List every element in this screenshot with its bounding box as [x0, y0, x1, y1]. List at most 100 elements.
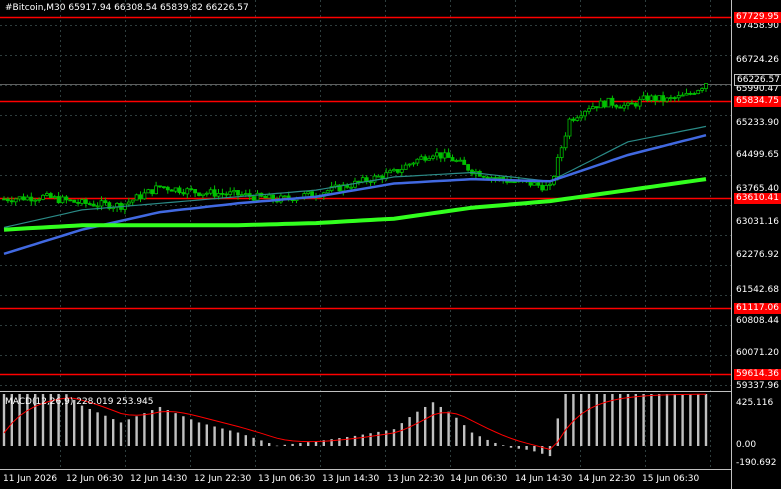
candle-body [99, 200, 104, 207]
price-axis-label: 65233.90 [736, 118, 779, 128]
candle-body [103, 200, 108, 204]
time-axis-label: 12 Jun 22:30 [194, 474, 252, 484]
macd-bar [595, 394, 598, 446]
candle-body [232, 190, 237, 193]
candle-body [72, 199, 77, 203]
macd-bar [229, 430, 232, 446]
candle-body [626, 102, 630, 106]
candle-body [395, 169, 400, 173]
macd-bar [704, 394, 708, 446]
macd-bar [502, 445, 505, 446]
candle-body [661, 95, 665, 102]
macd-bar [299, 443, 302, 446]
candle-body [138, 194, 143, 200]
time-axis-label: 11 Jun 2026 [3, 474, 58, 484]
candle-body [52, 196, 57, 199]
candle-body [438, 152, 443, 159]
candle-body [212, 189, 217, 197]
price-axis-label: 62276.92 [736, 250, 779, 260]
candle-body [84, 199, 88, 204]
candle-body [2, 198, 6, 201]
candle-body [306, 191, 311, 194]
candle-body [161, 186, 166, 189]
price-chart[interactable] [0, 0, 781, 489]
candle-body [548, 183, 552, 186]
candle-body [220, 193, 225, 195]
macd-axis-label: -190.692 [736, 458, 777, 468]
candle-body [45, 193, 49, 196]
candle-body [680, 94, 685, 97]
candle-body [571, 118, 576, 121]
candle-body [48, 193, 53, 199]
macd-bar [205, 424, 208, 446]
macd-bar [88, 408, 91, 446]
macd-bar [221, 428, 224, 446]
macd-bar [470, 432, 474, 446]
candle-body [216, 193, 221, 197]
macd-bar [619, 394, 622, 446]
candle-body [165, 186, 170, 191]
candle-body [29, 196, 34, 202]
candle-body [267, 194, 272, 199]
candle-body [591, 106, 595, 110]
candle-body [555, 157, 560, 177]
macd-bar [143, 413, 146, 446]
candle-body [76, 201, 80, 204]
candle-body [37, 198, 41, 201]
candle-body [676, 95, 681, 99]
macd-bar [377, 431, 380, 446]
macd-bar [104, 415, 107, 446]
candle-body [95, 205, 100, 208]
time-axis-label: 13 Jun 14:30 [322, 474, 380, 484]
macd-bar [112, 419, 115, 446]
candle-body [21, 196, 26, 201]
candle-body [407, 163, 412, 166]
candle-body [446, 152, 451, 158]
macd-bar [96, 412, 99, 446]
candle-body [169, 189, 174, 192]
candle-body [13, 198, 18, 203]
macd-bar [486, 439, 489, 446]
macd-bar [338, 438, 341, 446]
macd-bar [494, 442, 497, 446]
candle-body [618, 106, 623, 109]
macd-bar [127, 419, 130, 446]
candle-body [559, 147, 564, 158]
candle-body [376, 175, 381, 178]
ma-fast-line [3, 125, 707, 229]
time-axis-label: 14 Jun 14:30 [515, 474, 573, 484]
time-axis-label: 14 Jun 06:30 [450, 474, 508, 484]
macd-bar [385, 430, 388, 446]
macd-bar [587, 394, 591, 446]
macd-bar [369, 433, 372, 446]
macd-bar [260, 440, 263, 446]
candle-body [282, 195, 287, 198]
macd-bar [174, 413, 177, 446]
candle-body [704, 83, 708, 89]
macd-bar [361, 434, 364, 446]
candle-body [614, 104, 619, 108]
candle-body [684, 92, 689, 96]
candle-body [9, 200, 14, 203]
macd-bar [673, 394, 676, 446]
candle-body [64, 196, 69, 201]
candle-body [481, 175, 486, 178]
candle-body [493, 177, 498, 180]
macd-bar [416, 411, 419, 446]
macd-bar [119, 422, 123, 446]
candle-body [567, 118, 572, 137]
macd-bar [665, 394, 669, 446]
candle-body [150, 189, 155, 195]
candle-body [134, 194, 139, 201]
macd-bar [182, 416, 185, 446]
current-price-tag: 66226.57 [734, 74, 781, 86]
macd-bar [689, 394, 692, 446]
candle-body [454, 160, 459, 162]
candle-body [200, 193, 205, 197]
level-price-tag: 59614.36 [734, 369, 781, 380]
candle-body [325, 190, 330, 194]
candle-body [692, 93, 697, 95]
horizontal-level-lines[interactable] [0, 16, 731, 376]
macd-bar [650, 394, 653, 446]
candle-body [509, 181, 513, 184]
